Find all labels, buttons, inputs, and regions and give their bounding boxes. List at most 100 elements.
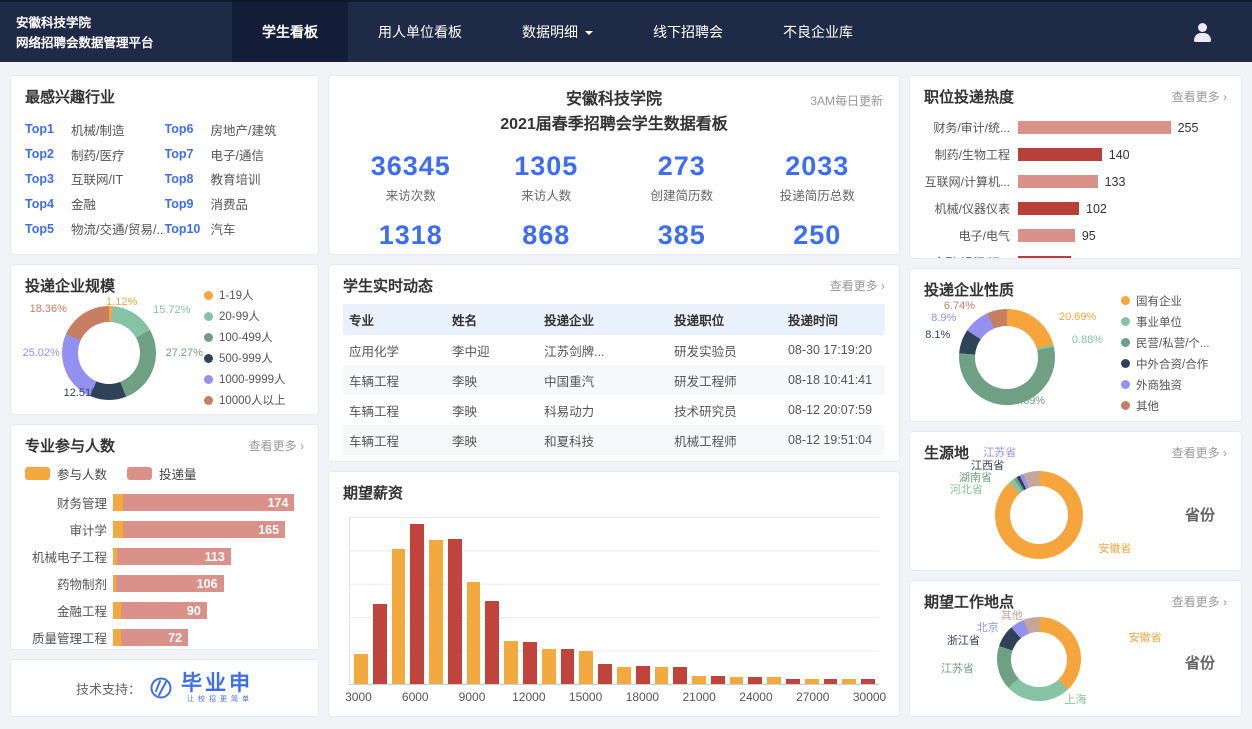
stat-value: 1318 [343,220,479,251]
nav-tab-用人单位看板[interactable]: 用人单位看板 [348,2,492,62]
legend-dot [1121,317,1130,326]
donut-label: 1.12% [106,296,137,308]
legend-item[interactable]: 1000-9999人 [204,371,304,387]
origin-view-more-link[interactable]: 查看更多 › [1172,444,1227,461]
stat-value: 36345 [343,151,479,182]
activity-table-body: 应用化学李中迎江苏剑牌...研发实验员08-30 17:19:20车辆工程李映中… [343,335,885,462]
histogram-bar [410,524,424,684]
work-location-view-more-link[interactable]: 查看更多 › [1172,593,1227,610]
legend-item[interactable]: 外商独资 [1121,377,1227,393]
industry-name: 金融 [71,194,96,213]
heat-label: 机械/仪器仪表 [924,200,1018,217]
industry-rank: Top10 [165,222,211,236]
company-size-donut: 1.12%15.72%27.27%12.51%25.02%18.36% [25,296,204,399]
legend-item[interactable]: 国有企业 [1121,293,1227,309]
legend-item[interactable]: 中外合资/合作 [1121,356,1227,372]
user-icon-head [1198,23,1207,32]
table-cell: 车辆工程 [343,455,446,462]
donut-label: 25.02% [22,347,59,359]
legend-dot [204,375,213,384]
major-row: 药物制剂106 [25,574,304,593]
stat-label: 投递简历总数 [750,185,886,204]
histogram-bar [485,601,499,685]
nav-tab-学生看板[interactable]: 学生看板 [232,2,348,62]
legend-item[interactable]: 20-99人 [204,308,304,324]
nav-tab-label: 学生看板 [262,22,318,42]
major-row: 金融工程90 [25,601,304,620]
industry-name: 教育培训 [211,169,261,188]
industry-item: Top10汽车 [165,216,305,241]
nav-tab-数据明细[interactable]: 数据明细 [492,2,623,62]
legend-item[interactable]: 100-499人 [204,329,304,345]
majors-view-more-link[interactable]: 查看更多 › [249,437,304,454]
donut-label: 54.69% [1008,395,1045,407]
legend-item[interactable]: 1-19人 [204,287,304,303]
table-cell: 机械工程师 [668,455,782,462]
legend-item[interactable]: 投递量 [127,464,197,483]
x-axis-tick-label: 12000 [512,690,545,704]
histogram-bar [504,641,518,684]
brand: 安徽科技学院 网络招聘会数据管理平台 [0,2,232,62]
legend-label: 其他 [1136,398,1159,414]
user-icon[interactable] [1192,23,1212,42]
legend-label: 参与人数 [57,464,107,483]
table-cell: 机械工程师 [668,425,782,455]
heat-label: 财务/审计/统... [924,119,1018,136]
legend-dot [1121,380,1130,389]
participants-bar [113,494,123,511]
heat-track: 102 [1018,202,1227,216]
legend-item[interactable]: 其他 [1121,398,1227,414]
heat-bar [1018,229,1075,242]
table-row: 应用化学李中迎江苏剑牌...研发实验员08-30 17:19:20 [343,335,885,365]
stat-item: 385通过初审数 [614,220,750,255]
legend-label: 外商独资 [1136,377,1182,393]
nav-tab-线下招聘会[interactable]: 线下招聘会 [623,2,753,62]
legend-label: 国有企业 [1136,293,1182,309]
table-cell: 技术研究员 [668,395,782,425]
stat-value: 273 [614,151,750,182]
major-track: 90 [113,602,304,619]
card-majors: 专业参与人数 查看更多 › 参与人数投递量 财务管理174审计学165机械电子工… [10,424,319,650]
heat-row: 制药/生物工程140 [924,146,1227,163]
donut-hole [1011,632,1066,687]
table-row: 车辆工程李映和夏科技机械工程师08-12 19:51:04 [343,425,885,455]
activity-view-more-link[interactable]: 查看更多 › [830,277,885,294]
industry-name: 机械/制造 [71,120,124,139]
company-type-donut: 20.69%0.88%54.69%8.1%8.9%6.74% [924,300,1121,406]
histogram-bar [748,677,762,684]
donut-label: 安徽省 [1098,540,1131,556]
heat-bar [1018,175,1098,188]
major-row: 机械电子工程113 [25,547,304,566]
histogram-bar [730,677,744,684]
x-axis-tick-label: 3000 [345,690,372,704]
industry-rank: Top6 [165,122,211,136]
heat-row: 机械/仪器仪表102 [924,200,1227,217]
card-overview: 3AM每日更新 安徽科技学院 2021届春季招聘会学生数据看板 36345来访次… [328,75,900,255]
center-column: 3AM每日更新 安徽科技学院 2021届春季招聘会学生数据看板 36345来访次… [328,75,900,720]
table-cell: 科易动力 [538,395,668,425]
legend-item[interactable]: 事业单位 [1121,314,1227,330]
histogram-bar [392,549,406,684]
legend-label: 100-499人 [219,329,273,345]
industries-list: Top1机械/制造Top2制药/医疗Top3互联网/ITTop4金融Top5物流… [25,117,304,241]
heat-label: 电子/电气 [924,227,1018,244]
legend-item[interactable]: 10000人以上 [204,392,304,408]
table-cell: 应用化学 [343,335,446,365]
stat-value: 868 [479,220,615,251]
industry-name: 互联网/IT [71,169,123,188]
brand-line1: 安徽科技学院 [16,13,232,33]
major-label: 审计学 [25,520,113,539]
legend-item[interactable]: 参与人数 [25,464,107,483]
industry-item: Top8教育培训 [165,167,305,192]
histogram-bar [805,679,819,684]
job-heat-view-more-link[interactable]: 查看更多 › [1172,88,1227,105]
legend-item[interactable]: 民营/私营/个... [1121,335,1227,351]
heat-row: 互联网/计算机...133 [924,173,1227,190]
right-column: 职位投递热度 查看更多 › 财务/审计/统...255制药/生物工程140互联网… [909,75,1242,720]
nav-tab-不良企业库[interactable]: 不良企业库 [753,2,883,62]
legend-item[interactable]: 500-999人 [204,350,304,366]
origin-donut: 省份 江苏省江西省湖南省河北省安徽省 [924,463,1227,557]
card-origin: 生源地 查看更多 › 省份 江苏省江西省湖南省河北省安徽省 [909,431,1242,571]
legend-dot [1121,338,1130,347]
heat-label: 制药/生物工程 [924,146,1018,163]
